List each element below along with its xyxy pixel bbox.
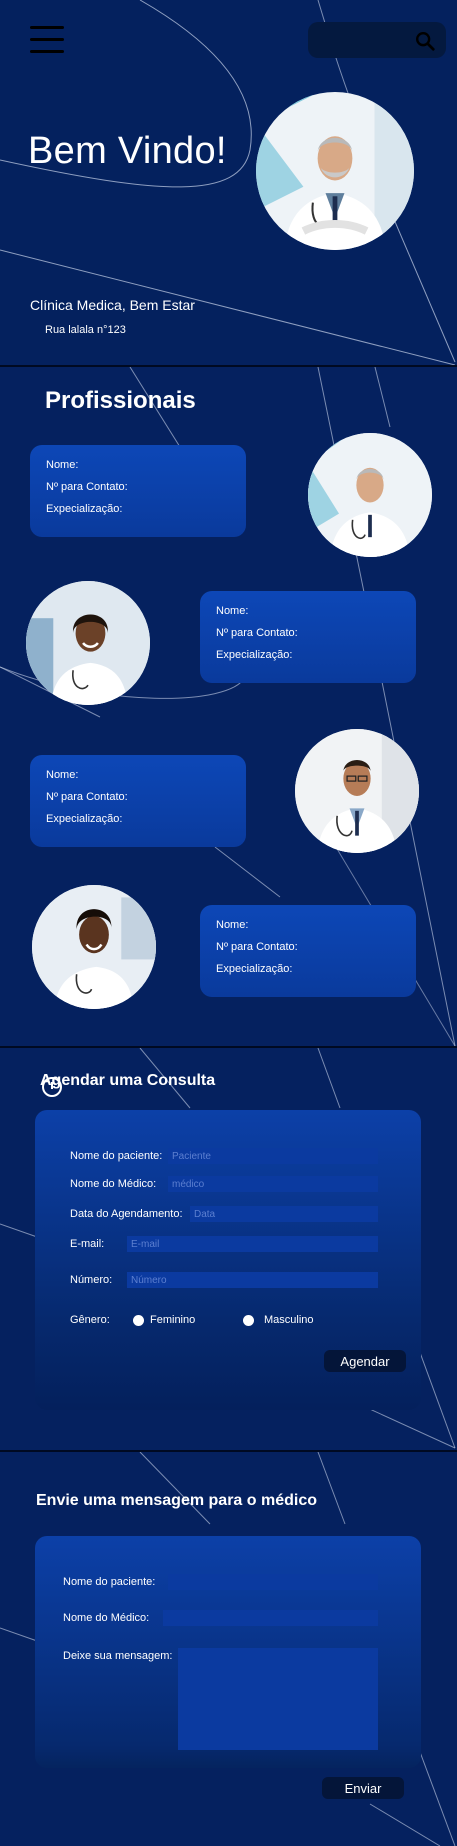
doctor-avatar <box>295 729 419 853</box>
email-label: E-mail: <box>70 1238 105 1250</box>
clinic-name: Clínica Medica, Bem Estar <box>30 297 195 313</box>
page-title: Bem Vindo! <box>28 130 227 172</box>
appointment-form: Nome do paciente: Nome do Médico: Data d… <box>35 1110 421 1410</box>
message-section: Envie uma mensagem para o médico Nome do… <box>0 1452 457 1846</box>
specialization-label: Expecialização: <box>46 503 123 515</box>
clinic-address: Rua lalala n°123 <box>45 324 126 336</box>
name-label: Nome: <box>46 769 79 781</box>
doctor-avatar <box>308 433 432 557</box>
appointment-date-label: Data do Agendamento: <box>70 1208 183 1220</box>
phone-label: Número: <box>70 1274 113 1286</box>
search-input[interactable] <box>308 22 446 58</box>
message-label: Deixe sua mensagem: <box>63 1650 173 1662</box>
hamburger-menu-icon[interactable] <box>30 24 66 56</box>
appointment-title: Agendar uma Consulta <box>40 1072 216 1089</box>
contact-label: Nº para Contato: <box>46 791 128 803</box>
message-title: Envie uma mensagem para o médico <box>36 1492 317 1509</box>
male-radio[interactable] <box>243 1315 254 1326</box>
doctor-name-label: Nome do Médico: <box>63 1612 150 1624</box>
professional-card[interactable]: Nome: Nº para Contato: Expecialização: <box>30 445 246 537</box>
doctor-photo <box>256 92 414 250</box>
email-input[interactable] <box>127 1236 378 1252</box>
professional-card[interactable]: Nome: Nº para Contato: Expecialização: <box>200 905 416 997</box>
specialization-label: Expecialização: <box>46 813 123 825</box>
hero-section: Bem Vindo! Clínica Medica, Bem Estar Rua… <box>0 0 457 365</box>
contact-label: Nº para Contato: <box>46 481 128 493</box>
patient-name-input[interactable] <box>168 1148 378 1164</box>
professionals-section: Profissionais Nome: Nº para Contato: Exp… <box>0 367 457 1046</box>
doctor-name-input[interactable] <box>163 1610 378 1626</box>
professional-card[interactable]: Nome: Nº para Contato: Expecialização: <box>200 591 416 683</box>
name-label: Nome: <box>46 459 79 471</box>
doctor-avatar <box>32 885 156 1009</box>
name-label: Nome: <box>216 605 249 617</box>
phone-input[interactable] <box>127 1272 378 1288</box>
specialization-label: Expecialização: <box>216 649 293 661</box>
patient-name-label: Nome do paciente: <box>70 1150 163 1162</box>
appointment-section: Agendar uma Consulta Nome do paciente: N… <box>0 1048 457 1450</box>
search-icon[interactable] <box>414 30 436 52</box>
specialization-label: Expecialização: <box>216 963 293 975</box>
name-label: Nome: <box>216 919 249 931</box>
professional-card[interactable]: Nome: Nº para Contato: Expecialização: <box>30 755 246 847</box>
doctor-avatar <box>26 581 150 705</box>
professionals-title: Profissionais <box>45 387 196 414</box>
doctor-name-label: Nome do Médico: <box>70 1178 157 1190</box>
schedule-button[interactable]: Agendar <box>324 1350 406 1372</box>
patient-name-label: Nome do paciente: <box>63 1576 156 1588</box>
send-button[interactable]: Enviar <box>322 1777 404 1799</box>
female-radio-label: Feminino <box>150 1314 196 1326</box>
male-radio-label: Masculino <box>264 1314 314 1326</box>
appointment-date-input[interactable] <box>190 1206 378 1222</box>
contact-label: Nº para Contato: <box>216 941 298 953</box>
message-form: Nome do paciente: Nome do Médico: Deixe … <box>35 1536 421 1768</box>
female-radio[interactable] <box>133 1315 144 1326</box>
patient-name-input[interactable] <box>168 1574 378 1590</box>
contact-label: Nº para Contato: <box>216 627 298 639</box>
doctor-name-input[interactable] <box>168 1176 378 1192</box>
message-textarea[interactable] <box>178 1648 378 1750</box>
gender-label: Gênero: <box>70 1314 110 1326</box>
